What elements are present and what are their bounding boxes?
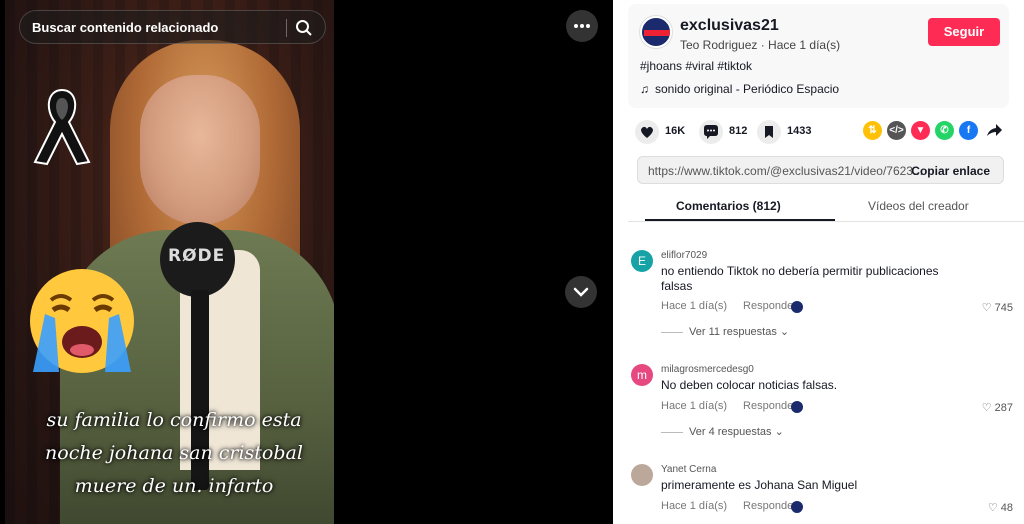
comment-time: Hace 1 día(s): [661, 400, 728, 412]
crying-face-emoji-icon: [30, 269, 134, 373]
heart-outline-icon: ♡: [981, 402, 995, 414]
creator-badge-icon: [791, 401, 803, 413]
heart-outline-icon: ♡: [987, 502, 1001, 514]
view-replies-button[interactable]: Ver 11 respuestas ⌄: [661, 325, 789, 338]
caption-line: noche johana san cristobal: [45, 442, 303, 464]
comment-avatar[interactable]: [631, 464, 653, 486]
tab-comments[interactable]: Comentarios (812): [676, 199, 781, 213]
active-tab-underline: [645, 219, 835, 221]
comment-username[interactable]: milagrosmercedesg0: [661, 364, 754, 375]
comment-text: no entiendo Tiktok no debería permitir p…: [661, 264, 939, 293]
heart-outline-icon: ♡: [981, 302, 995, 314]
chevron-down-icon: ⌄: [779, 326, 790, 338]
like-circle: [635, 120, 659, 144]
comment-username[interactable]: Yanet Cerna: [661, 464, 716, 475]
repost-icon[interactable]: ⇅: [863, 121, 882, 140]
video-url[interactable]: https://www.tiktok.com/@exclusivas21/vid…: [648, 164, 923, 178]
caption-line: muere de un. infarto: [74, 475, 274, 497]
search-divider: [286, 19, 287, 37]
comment-icon: [704, 125, 718, 139]
like-count: 16K: [665, 125, 686, 137]
save-circle: [757, 120, 781, 144]
microphone-brand: RØDE: [168, 246, 226, 266]
view-replies-label: Ver 4 respuestas: [689, 426, 772, 438]
music-title[interactable]: sonido original - Periódico Espacio: [655, 82, 839, 96]
video-link-box: https://www.tiktok.com/@exclusivas21/vid…: [637, 156, 1004, 184]
action-bar: 16K 812 1433 ⇅ </> ▼ ✆ f: [635, 118, 1015, 146]
reply-button[interactable]: Responder: [743, 400, 797, 412]
bookmark-icon: [765, 126, 773, 138]
more-dot: [586, 24, 590, 28]
more-dot: [580, 24, 584, 28]
more-dot: [574, 24, 578, 28]
tab-bar: Comentarios (812) Vídeos del creador: [628, 192, 1024, 222]
music-row[interactable]: ♫ sonido original - Periódico Espacio: [640, 82, 839, 96]
chevron-down-icon: ⌄: [774, 426, 784, 438]
comment-text: primeramente es Johana San Miguel: [661, 478, 858, 492]
facebook-icon[interactable]: f: [959, 121, 978, 140]
comment-like-count[interactable]: ♡ 48: [988, 501, 1013, 514]
music-note-icon: ♫: [640, 82, 649, 96]
like-number: 287: [994, 402, 1013, 414]
comment-meta: Hace 1 día(s) Responder: [661, 400, 797, 412]
author-avatar[interactable]: [640, 16, 672, 48]
author-card: exclusivas21 Teo Rodriguez · Hace 1 día(…: [628, 4, 1009, 108]
comment-time: Hace 1 día(s): [661, 300, 728, 312]
replies-line: [661, 431, 683, 433]
app-root: RØDE su familia lo confirmo esta noche j: [0, 0, 1024, 524]
detail-panel: exclusivas21 Teo Rodriguez · Hace 1 día(…: [613, 0, 1024, 524]
embed-icon[interactable]: </>: [887, 121, 906, 140]
comment-item: m milagrosmercedesg0 No deben colocar no…: [631, 364, 1013, 454]
comment-avatar[interactable]: E: [631, 250, 653, 272]
heart-icon: [641, 126, 653, 138]
comment-circle: [699, 120, 723, 144]
caption-line: su familia lo confirmo esta: [46, 409, 302, 431]
like-number: 745: [994, 302, 1013, 314]
like-number: 48: [1000, 502, 1013, 514]
comment-avatar[interactable]: m: [631, 364, 653, 386]
replies-line: [661, 331, 683, 333]
copy-link-button[interactable]: Copiar enlace: [911, 164, 990, 178]
follow-button[interactable]: Seguir: [928, 18, 1000, 46]
author-meta: Teo Rodriguez · Hace 1 día(s): [680, 38, 841, 52]
comment-count: 812: [729, 125, 748, 137]
avatar-logo-bar: [644, 30, 670, 36]
search-icon[interactable]: [295, 19, 313, 37]
view-replies-label: Ver 11 respuestas: [689, 326, 777, 338]
whatsapp-icon[interactable]: ✆: [935, 121, 954, 140]
next-video-button[interactable]: [565, 276, 597, 308]
save-count: 1433: [787, 125, 812, 137]
comment-like-count[interactable]: ♡ 287: [982, 401, 1013, 414]
search-input[interactable]: Buscar contenido relacionado: [32, 20, 218, 35]
comment-username[interactable]: eliflor7029: [661, 250, 707, 261]
creator-badge-icon: [791, 301, 803, 313]
comment-meta: Hace 1 día(s) Responder: [661, 300, 797, 312]
comment-time: Hace 1 día(s): [661, 500, 728, 512]
comment-meta: Hace 1 día(s) Responder: [661, 500, 797, 512]
comment-like-count[interactable]: ♡ 745: [982, 301, 1013, 314]
video-hashtags[interactable]: #jhoans #viral #tiktok: [640, 59, 752, 73]
related-search-bar[interactable]: Buscar contenido relacionado: [19, 10, 326, 44]
reply-button[interactable]: Responder: [743, 300, 797, 312]
send-icon[interactable]: ▼: [911, 121, 930, 140]
chevron-down-icon: [573, 287, 589, 297]
video-player[interactable]: RØDE su familia lo confirmo esta noche j: [5, 0, 334, 524]
view-replies-button[interactable]: Ver 4 respuestas ⌄: [661, 425, 784, 438]
tab-creator-videos[interactable]: Vídeos del creador: [868, 199, 969, 213]
person-face: [140, 75, 260, 225]
author-username[interactable]: exclusivas21: [680, 17, 779, 35]
creator-badge-icon: [791, 501, 803, 513]
comment-item: E eliflor7029 no entiendo Tiktok no debe…: [631, 250, 1013, 350]
reply-button[interactable]: Responder: [743, 500, 797, 512]
comment-text: No deben colocar noticias falsas.: [661, 378, 838, 392]
share-arrow-icon[interactable]: [985, 122, 1003, 140]
video-caption: su familia lo confirmo esta noche johana…: [29, 404, 319, 503]
video-area: RØDE su familia lo confirmo esta noche j: [0, 0, 613, 524]
more-options-button[interactable]: [566, 10, 598, 42]
mourning-ribbon-icon: [33, 88, 91, 166]
comment-item: Yanet Cerna primeramente es Johana San M…: [631, 464, 1013, 520]
